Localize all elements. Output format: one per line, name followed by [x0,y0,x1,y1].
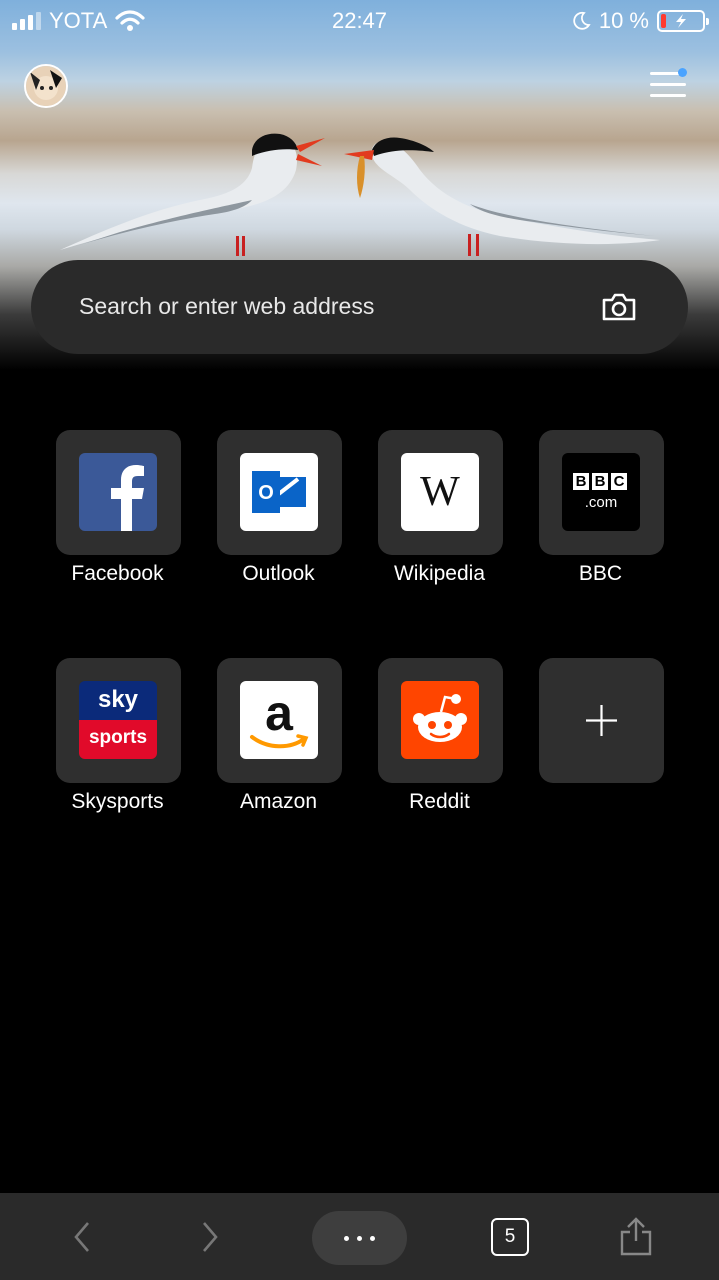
sports-text: sports [79,720,157,759]
speed-dial-label: BBC [578,562,623,585]
wikipedia-letter: W [420,469,460,515]
menu-icon[interactable] [650,68,687,102]
sky-text: sky [79,681,157,720]
notification-dot [678,68,687,77]
search-bar[interactable]: Search or enter web address [31,260,688,354]
back-icon [74,1221,89,1252]
speed-dial-facebook[interactable] [56,430,181,555]
speed-dial-skysports[interactable]: sky sports [56,658,181,783]
bbc-com: .com [584,494,618,511]
share-icon [620,1216,652,1255]
battery-percent: 10 % [598,8,649,33]
speed-dial-amazon[interactable]: a [217,658,342,783]
speed-dial-label: Skysports [71,790,164,813]
speed-dial-reddit[interactable] [378,658,503,783]
speed-dial-label: Wikipedia [393,562,486,585]
status-bar: YOTA 22:47 10 % [0,0,719,40]
speed-dial-outlook[interactable]: O [217,430,342,555]
bbc-icon: B B C .com [562,453,640,531]
more-dot [357,1235,362,1241]
facebook-icon [79,453,157,531]
speed-dial-label: Amazon [239,790,318,813]
wikipedia-icon: W [401,453,479,531]
bbc-letter: B [573,473,589,490]
battery-icon [657,10,709,32]
plus-icon [586,705,617,736]
bottom-toolbar: 5 [0,1193,719,1280]
tab-count: 5 [504,1226,516,1247]
share-button[interactable] [612,1193,660,1280]
speed-dial-label: Outlook [242,562,315,585]
outlook-icon: O [240,453,318,531]
more-dot [344,1235,349,1241]
speed-dial-wikipedia[interactable]: W [378,430,503,555]
forward-button[interactable] [188,1193,232,1280]
bbc-letter: C [611,473,627,490]
tabs-button[interactable]: 5 [491,1218,529,1256]
camera-icon[interactable] [600,288,638,326]
forward-icon [203,1221,218,1252]
reddit-icon [401,681,479,759]
more-menu-button[interactable] [312,1211,407,1265]
back-button[interactable] [60,1193,104,1280]
amazon-icon: a [240,681,318,759]
moon-icon [573,11,591,30]
profile-avatar[interactable] [24,64,68,108]
add-speed-dial-button[interactable] [539,658,664,783]
search-placeholder: Search or enter web address [79,293,375,319]
skysports-icon: sky sports [79,681,157,759]
bbc-letter: B [592,473,608,490]
outlook-letter: O [258,482,274,504]
more-dot [370,1235,375,1241]
speed-dial-label: Reddit [409,790,470,813]
speed-dial-label: Facebook [71,562,164,585]
speed-dial-bbc[interactable]: B B C .com [539,430,664,555]
